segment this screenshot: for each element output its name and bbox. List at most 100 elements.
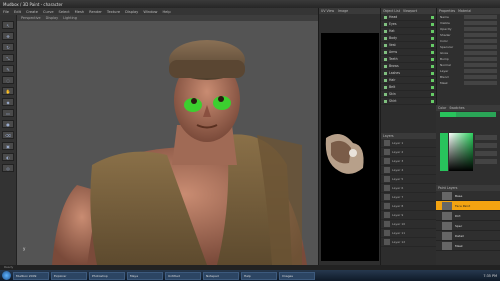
visibility-icon[interactable] <box>431 99 434 103</box>
visibility-icon[interactable] <box>431 29 434 33</box>
paint-tool-icon[interactable]: ● <box>2 120 14 128</box>
paint-layer-row[interactable]: Base <box>436 191 500 201</box>
object-row[interactable]: Head <box>381 14 436 21</box>
object-row[interactable]: Belt <box>381 84 436 91</box>
layer-row[interactable]: Layer 3 <box>381 157 436 166</box>
camera-tool-icon[interactable]: ◎ <box>2 164 14 172</box>
taskbar-button[interactable]: Mudbox 2009 <box>13 271 49 280</box>
object-row[interactable]: Arms <box>381 49 436 56</box>
object-row[interactable]: Eyes <box>381 21 436 28</box>
visibility-icon[interactable] <box>431 85 434 89</box>
menu-mesh[interactable]: Mesh <box>75 10 84 14</box>
taskbar-button[interactable]: Untitled <box>165 271 201 280</box>
object-row[interactable]: Lashes <box>381 70 436 77</box>
property-field[interactable] <box>464 69 497 73</box>
menu-help[interactable]: Help <box>162 10 170 14</box>
visibility-icon[interactable] <box>431 92 434 96</box>
current-color-swatch[interactable] <box>440 112 456 117</box>
tab-material[interactable]: Material <box>458 9 471 13</box>
object-row[interactable]: Vest <box>381 42 436 49</box>
visibility-icon[interactable] <box>431 15 434 19</box>
grab-tool-icon[interactable]: ✋ <box>2 87 14 95</box>
blue-slider[interactable] <box>475 151 497 156</box>
visibility-icon[interactable] <box>431 22 434 26</box>
tab-object-list[interactable]: Object List <box>383 9 400 13</box>
property-field[interactable] <box>464 39 497 43</box>
layer-row[interactable]: Layer 4 <box>381 166 436 175</box>
taskbar-button[interactable]: Explorer <box>51 271 87 280</box>
tab-properties[interactable]: Properties <box>439 9 455 13</box>
erase-tool-icon[interactable]: ⌫ <box>2 131 14 139</box>
object-row[interactable]: Hat <box>381 28 436 35</box>
tab-image[interactable]: Image <box>338 9 348 13</box>
object-row[interactable]: Skin <box>381 91 436 98</box>
start-button-icon[interactable] <box>2 271 11 280</box>
property-field[interactable] <box>464 81 497 85</box>
layer-row[interactable]: Layer 1 <box>381 139 436 148</box>
red-slider[interactable] <box>475 135 497 140</box>
mask-tool-icon[interactable]: ◐ <box>2 153 14 161</box>
object-row[interactable]: Hair <box>381 77 436 84</box>
layer-row[interactable]: Layer 8 <box>381 202 436 211</box>
layer-row[interactable]: Layer 11 <box>381 229 436 238</box>
property-field[interactable] <box>464 27 497 31</box>
tab-layers[interactable]: Layers <box>383 134 394 138</box>
menu-render[interactable]: Render <box>89 10 102 14</box>
green-slider[interactable] <box>475 143 497 148</box>
property-field[interactable] <box>464 51 497 55</box>
layer-row[interactable]: Layer 2 <box>381 148 436 157</box>
menu-curve[interactable]: Curve <box>43 10 54 14</box>
paint-layer-row[interactable]: Detail <box>436 231 500 241</box>
paint-layer-row[interactable]: Spec <box>436 221 500 231</box>
color-picker-field[interactable] <box>449 133 473 171</box>
menu-window[interactable]: Window <box>143 10 157 14</box>
flatten-tool-icon[interactable]: ▭ <box>2 109 14 117</box>
menu-texture[interactable]: Texture <box>107 10 120 14</box>
property-field[interactable] <box>464 45 497 49</box>
paint-layer-row-selected[interactable]: Face Paint <box>436 201 500 211</box>
previous-color-swatch[interactable] <box>456 112 496 117</box>
scale-tool-icon[interactable]: ⤡ <box>2 54 14 62</box>
tab-viewport[interactable]: Viewport <box>403 9 417 13</box>
system-tray-clock[interactable]: 7:35 PM <box>472 271 500 280</box>
brush-tool-icon[interactable]: ✎ <box>2 65 14 73</box>
visibility-icon[interactable] <box>431 43 434 47</box>
3d-viewport[interactable]: Perspective Display Lighting y <box>17 15 318 265</box>
menu-edit[interactable]: Edit <box>14 10 21 14</box>
paint-layer-row[interactable]: Dirt <box>436 211 500 221</box>
property-field[interactable] <box>464 75 497 79</box>
object-row[interactable]: Brows <box>381 63 436 70</box>
tab-swatches[interactable]: Swatches <box>449 106 464 110</box>
menu-file[interactable]: File <box>3 10 9 14</box>
property-field[interactable] <box>464 63 497 67</box>
visibility-icon[interactable] <box>431 64 434 68</box>
layer-row[interactable]: Layer 12 <box>381 238 436 247</box>
tab-paint-layers[interactable]: Paint Layers <box>438 186 457 190</box>
property-field[interactable] <box>464 15 497 19</box>
layer-row[interactable]: Layer 5 <box>381 175 436 184</box>
paint-layer-row[interactable]: Mask <box>436 241 500 251</box>
stamp-tool-icon[interactable]: ▣ <box>2 142 14 150</box>
layer-row[interactable]: Layer 7 <box>381 193 436 202</box>
uv-viewport[interactable] <box>321 33 379 261</box>
taskbar-button[interactable]: Photoshop <box>89 271 125 280</box>
visibility-icon[interactable] <box>431 50 434 54</box>
select-tool-icon[interactable]: ↖ <box>2 21 14 29</box>
object-row[interactable]: Teeth <box>381 56 436 63</box>
alpha-slider[interactable] <box>475 159 497 164</box>
layer-row[interactable]: Layer 6 <box>381 184 436 193</box>
layer-row[interactable]: Layer 10 <box>381 220 436 229</box>
taskbar-button[interactable]: Images <box>279 271 315 280</box>
hue-strip[interactable] <box>440 133 448 171</box>
rotate-tool-icon[interactable]: ↻ <box>2 43 14 51</box>
visibility-icon[interactable] <box>431 71 434 75</box>
visibility-icon[interactable] <box>431 57 434 61</box>
move-tool-icon[interactable]: ✥ <box>2 32 14 40</box>
tab-uv-view[interactable]: UV View <box>321 9 334 13</box>
pinch-tool-icon[interactable]: ◆ <box>2 98 14 106</box>
object-row[interactable]: Shirt <box>381 98 436 105</box>
menu-create[interactable]: Create <box>26 10 38 14</box>
taskbar-button[interactable]: Help <box>241 271 277 280</box>
visibility-icon[interactable] <box>431 78 434 82</box>
menu-select[interactable]: Select <box>59 10 70 14</box>
